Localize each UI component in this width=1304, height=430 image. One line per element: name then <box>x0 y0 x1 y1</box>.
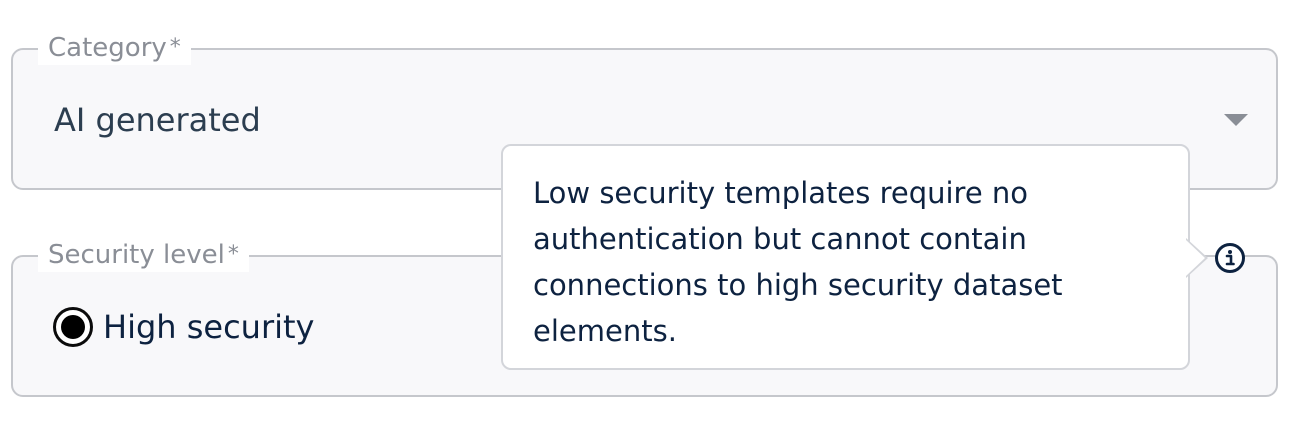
category-selected-value: AI generated <box>54 101 261 139</box>
security-info-tooltip: Low security templates require no authen… <box>501 144 1190 370</box>
required-asterisk: * <box>227 242 239 267</box>
security-level-label: Security level * <box>38 238 249 272</box>
radio-selected-dot <box>61 315 85 339</box>
category-label: Category * <box>38 31 191 65</box>
tooltip-arrow-fill <box>1186 240 1205 276</box>
tooltip-text: Low security templates require no authen… <box>533 176 1063 348</box>
required-asterisk: * <box>169 35 181 60</box>
info-icon[interactable] <box>1214 242 1246 274</box>
radio-option-high-security[interactable]: High security <box>53 307 314 347</box>
radio-option-label: High security <box>103 308 315 346</box>
chevron-down-icon[interactable] <box>1224 114 1248 126</box>
radio-button-checked[interactable] <box>53 307 93 347</box>
security-level-label-text: Security level <box>48 240 225 270</box>
category-label-text: Category <box>48 33 167 63</box>
